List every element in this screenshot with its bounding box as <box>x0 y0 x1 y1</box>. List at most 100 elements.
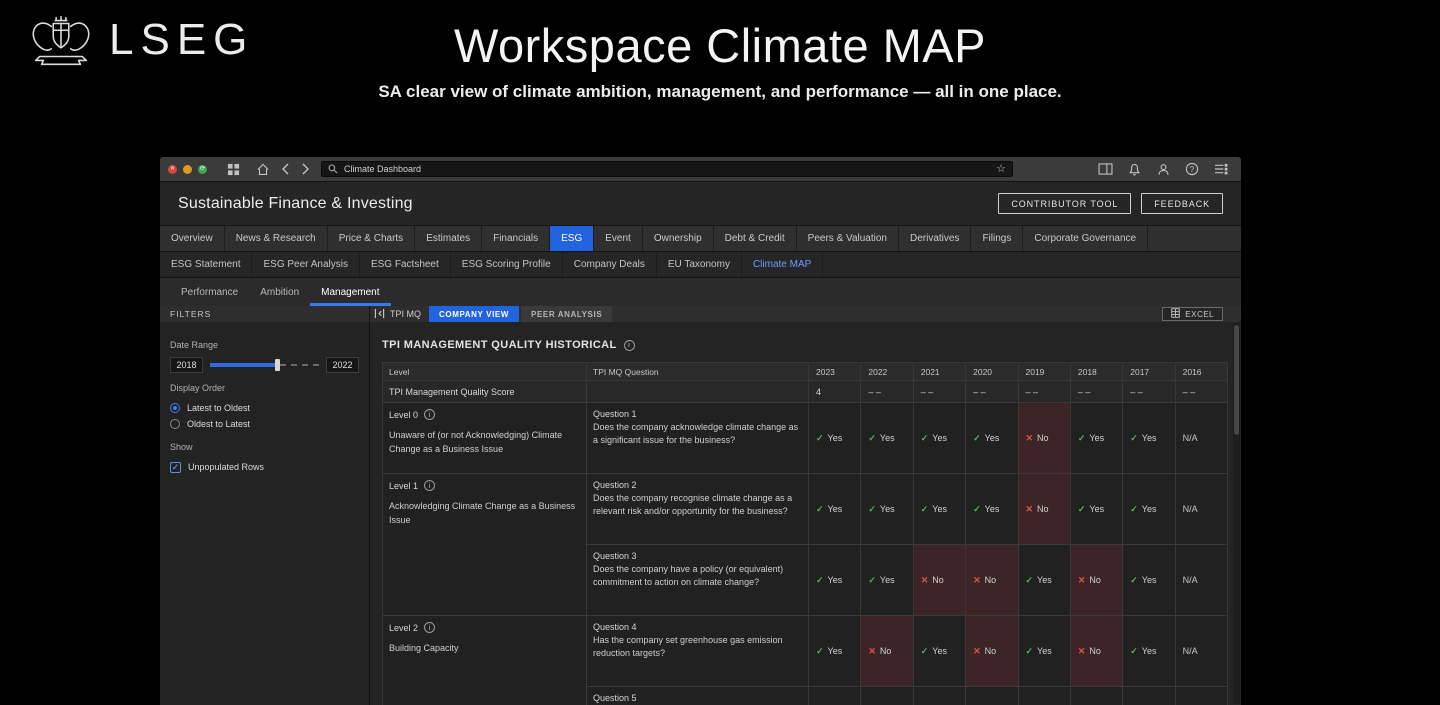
tab-estimates[interactable]: Estimates <box>415 226 483 251</box>
question-cell: Question 1 Does the company acknowledge c… <box>586 402 809 474</box>
answer-label: Yes <box>932 432 947 443</box>
date-range-min-input[interactable] <box>170 357 203 373</box>
check-icon: ✓ <box>1025 574 1034 585</box>
mode-label-text: TPI MQ <box>390 309 421 319</box>
answer-cell: ✕ No <box>1017 402 1071 474</box>
x-icon: ✕ <box>920 574 929 585</box>
layout-panels-icon[interactable] <box>1095 160 1115 178</box>
answer-label: Yes <box>1141 503 1157 514</box>
tab-debt-credit[interactable]: Debt & Credit <box>714 226 797 251</box>
check-icon: ✓ <box>920 645 929 656</box>
check-icon: ✓ <box>868 574 876 585</box>
nav-management[interactable]: Management <box>310 278 390 306</box>
level-info-icon[interactable] <box>424 409 436 420</box>
table-info-icon[interactable] <box>623 339 635 351</box>
search-bar[interactable]: Climate Dashboard <box>321 161 1013 177</box>
search-value: Climate Dashboard <box>344 164 422 174</box>
subtab-esg-statement[interactable]: ESG Statement <box>160 252 253 277</box>
show-options: ✓ Unpopulated Rows <box>170 459 359 475</box>
question-name: Question 1 <box>593 409 637 419</box>
forward-button-icon[interactable] <box>297 160 313 178</box>
answer-label: Yes <box>1037 645 1052 656</box>
subtab-esg-scoring-profile[interactable]: ESG Scoring Profile <box>451 252 563 277</box>
nav-performance[interactable]: Performance <box>170 278 249 306</box>
collapse-filters-icon[interactable] <box>374 308 385 321</box>
score-value-cell: – – <box>1017 380 1071 403</box>
question-cell: Question 4 Has the company set greenhouse… <box>586 615 809 687</box>
subtab-company-deals[interactable]: Company Deals <box>563 252 657 277</box>
score-value-cell: – – <box>912 380 967 403</box>
primary-tab-bar: Overview News & Research Price & Charts Est… <box>160 225 1241 251</box>
help-icon[interactable]: ? <box>1182 160 1202 178</box>
check-icon: ✓ <box>1130 432 1138 443</box>
answer-cell: ✕ No <box>860 615 914 687</box>
notifications-bell-icon[interactable] <box>1124 160 1144 178</box>
vertical-scrollbar[interactable] <box>1233 323 1240 704</box>
answer-cell: ✓ Yes <box>860 402 914 474</box>
tab-peers-valuation[interactable]: Peers & Valuation <box>797 226 899 251</box>
refresh-button[interactable] <box>198 164 207 174</box>
filters-header: FILTERS <box>160 306 369 322</box>
radio-label: Oldest to Latest <box>187 419 251 429</box>
radio-option-latest-to-oldest[interactable]: Latest to Oldest <box>170 400 359 416</box>
checkbox-icon: ✓ <box>170 461 181 473</box>
tab-price-charts[interactable]: Price & Charts <box>328 226 416 251</box>
question-text: Does the company have a policy (or equiv… <box>593 564 784 588</box>
checkbox-option-unpopulated-rows[interactable]: ✓ Unpopulated Rows <box>170 459 359 475</box>
lseg-logo: LSEG <box>26 13 254 67</box>
view-tab-peer-analysis[interactable]: PEER ANALYSIS <box>521 306 613 322</box>
menu-list-icon[interactable] <box>1211 160 1231 178</box>
back-button-icon[interactable] <box>277 160 293 178</box>
view-toolbar: TPI MQ COMPANY VIEW PEER ANALYSIS EXCEL <box>370 306 1241 322</box>
subtab-esg-peer-analysis[interactable]: ESG Peer Analysis <box>252 252 360 277</box>
tab-financials[interactable]: Financials <box>482 226 551 251</box>
answer-cell: ✓ Yes <box>860 544 914 616</box>
answer-label: No <box>1037 432 1049 443</box>
date-range-max-input[interactable] <box>326 357 359 373</box>
level-info-icon[interactable] <box>424 622 436 633</box>
header-button-contributor-tool[interactable]: CONTRIBUTOR TOOL <box>998 193 1132 214</box>
tab-event[interactable]: Event <box>594 226 643 251</box>
score-row-label: TPI Management Quality Score <box>382 380 587 403</box>
app-header: Sustainable Finance & Investing CONTRIBU… <box>160 181 1241 225</box>
answer-cell: ✓ Yes <box>1017 544 1071 616</box>
home-icon[interactable] <box>253 160 273 178</box>
favorite-star-icon[interactable] <box>996 164 1006 175</box>
date-range-slider[interactable] <box>210 359 319 371</box>
subtab-eu-taxonomy[interactable]: EU Taxonomy <box>657 252 742 277</box>
check-icon: ✓ <box>1077 503 1086 514</box>
answer-label: Yes <box>1141 574 1157 585</box>
tab-ownership[interactable]: Ownership <box>643 226 714 251</box>
level-name: Level 2 <box>389 622 578 633</box>
answer-cell: ✓ Yes <box>912 615 967 687</box>
tab-filings[interactable]: Filings <box>971 226 1024 251</box>
header-button-feedback[interactable]: FEEDBACK <box>1141 193 1223 214</box>
nav-ambition[interactable]: Ambition <box>249 278 310 306</box>
close-button[interactable] <box>168 164 177 174</box>
tab-news-research[interactable]: News & Research <box>225 226 328 251</box>
tab-overview[interactable]: Overview <box>160 226 225 251</box>
answer-cell: ✓ Yes <box>1017 615 1071 687</box>
app-grid-icon[interactable] <box>223 160 243 178</box>
check-icon: ✓ <box>816 503 824 514</box>
excel-export-button[interactable]: EXCEL <box>1162 307 1223 321</box>
scrollbar-thumb[interactable] <box>1234 325 1239 435</box>
answer-cell <box>1017 686 1071 705</box>
radio-icon <box>170 403 180 413</box>
level-info-icon[interactable] <box>424 480 436 491</box>
score-row: TPI Management Quality Score 4– – – – – – – … <box>382 380 1229 403</box>
view-tab-company-view[interactable]: COMPANY VIEW <box>429 306 520 322</box>
answer-cell: ✓ Yes <box>1122 473 1176 545</box>
subtab-esg-factsheet[interactable]: ESG Factsheet <box>360 252 451 277</box>
subtab-climate-map[interactable]: Climate MAP <box>742 252 824 277</box>
user-account-icon[interactable] <box>1153 160 1173 178</box>
tab-corporate-governance[interactable]: Corporate Governance <box>1023 226 1149 251</box>
tab-esg[interactable]: ESG <box>550 226 595 251</box>
question-cell: Question 2 Does the company recognise cli… <box>586 473 809 545</box>
answer-cell: ✓ Yes <box>807 473 862 545</box>
minimize-button[interactable] <box>183 164 192 174</box>
radio-option-oldest-to-latest[interactable]: Oldest to Latest <box>170 416 359 432</box>
tab-derivatives[interactable]: Derivatives <box>899 226 972 251</box>
answer-cell <box>965 686 1019 705</box>
answer-label: Yes <box>1089 432 1105 443</box>
